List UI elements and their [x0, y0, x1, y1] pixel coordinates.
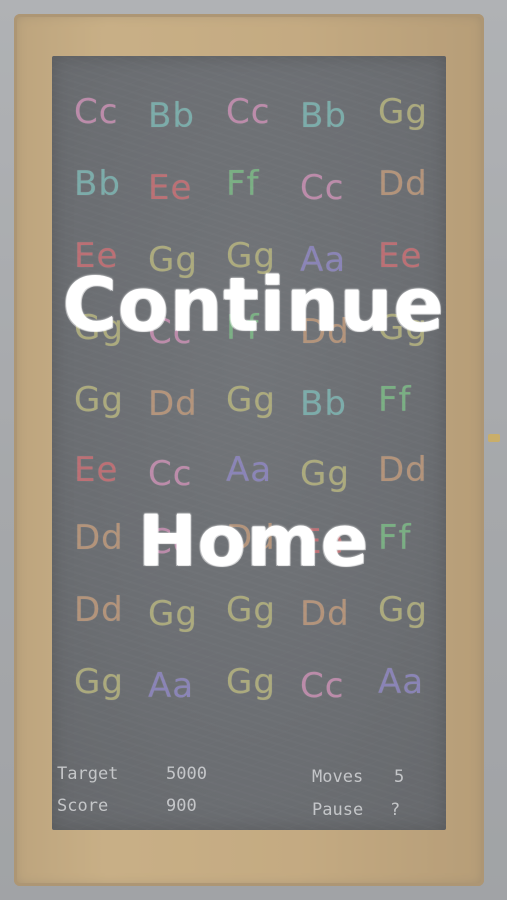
moves-value: 5 [394, 767, 405, 787]
letter-tile[interactable]: Dd [74, 590, 124, 630]
letter-tile[interactable]: Gg [74, 662, 124, 702]
frame-handle [488, 434, 500, 442]
letter-tile[interactable]: Dd [378, 450, 428, 490]
letter-tile[interactable]: Ee [74, 450, 118, 490]
letter-tile[interactable]: Bb [300, 384, 347, 424]
score-value: 900 [166, 796, 197, 816]
letter-tile[interactable]: Cc [300, 666, 344, 706]
letter-tile[interactable]: Bb [148, 96, 195, 136]
letter-tile[interactable]: Gg [74, 380, 124, 420]
letter-tile[interactable]: Gg [378, 590, 428, 630]
score-label: Score [57, 796, 109, 816]
letter-tile[interactable]: Bb [74, 164, 121, 204]
chalkboard: Cc Bb Cc Bb Gg Bb Ee Ff Cc Dd Ee Gg Gg Aa Ee Gg Cc Ff Dd Gg… [52, 56, 446, 830]
letter-tile[interactable]: Gg [226, 380, 276, 420]
game-screen: Cc Bb Cc Bb Gg Bb Ee Ff Cc Dd Ee Gg Gg Aa Ee Gg Cc Ff Dd Gg… [0, 0, 507, 900]
letter-tile[interactable]: Dd [378, 164, 428, 204]
target-label: Target [57, 764, 119, 784]
letter-tile[interactable]: Cc [300, 168, 344, 208]
letter-tile[interactable]: Aa [148, 666, 194, 706]
letter-tile[interactable]: Cc [148, 454, 192, 494]
letter-tile[interactable]: Gg [226, 662, 276, 702]
letter-tile[interactable]: Dd [148, 384, 198, 424]
letter-tile[interactable]: Gg [300, 454, 350, 494]
letter-tile[interactable]: Ff [226, 164, 260, 204]
letter-tile[interactable]: Gg [148, 594, 198, 634]
home-button[interactable]: Home [0, 500, 507, 582]
letter-tile[interactable]: Dd [300, 594, 350, 634]
continue-button[interactable]: Continue [0, 262, 507, 348]
letter-tile[interactable]: Gg [378, 92, 428, 132]
letter-tile[interactable]: Aa [378, 662, 424, 702]
letter-tile[interactable]: Bb [300, 96, 347, 136]
letter-tile[interactable]: Gg [226, 590, 276, 630]
pause-label[interactable]: Pause [312, 800, 363, 820]
letter-tile[interactable]: Ee [148, 168, 192, 208]
letter-tile[interactable]: Cc [74, 92, 118, 132]
letter-tile[interactable]: Ff [378, 380, 412, 420]
letter-tile[interactable]: Cc [226, 92, 270, 132]
pause-button[interactable]: ? [390, 800, 400, 820]
target-value: 5000 [166, 764, 207, 784]
letter-tile[interactable]: Aa [226, 450, 272, 490]
moves-label: Moves [312, 767, 364, 787]
